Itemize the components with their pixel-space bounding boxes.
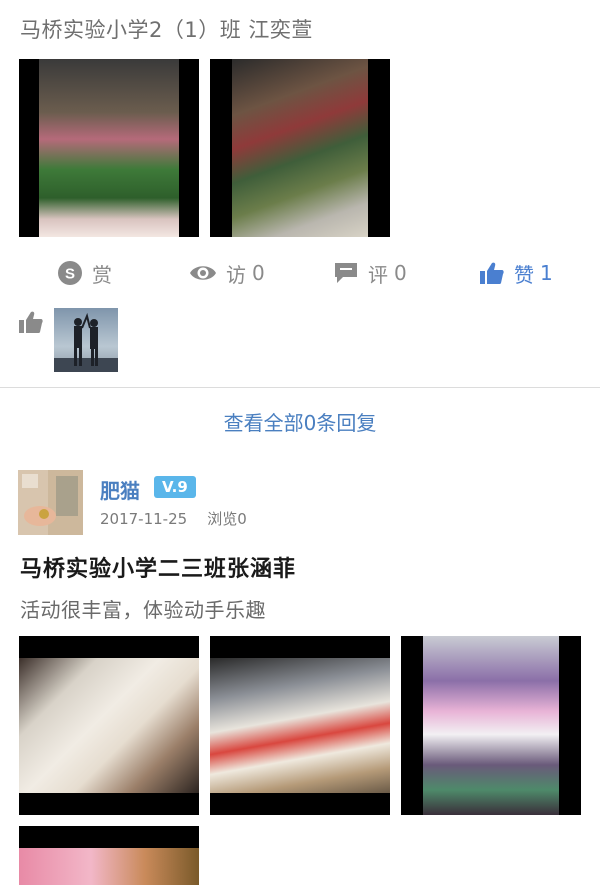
post-photo-doll-table[interactable]: [401, 636, 581, 815]
thumbs-up-icon: [480, 262, 504, 284]
views-count: 0: [252, 261, 265, 285]
post-photo-cake[interactable]: [19, 59, 199, 237]
divider: [0, 387, 600, 388]
post-views: 浏览0: [207, 510, 247, 528]
comments-label: 评: [368, 262, 388, 287]
post-photo-pink-fabric[interactable]: [19, 826, 199, 885]
post-photo-paper-fan[interactable]: [19, 636, 199, 815]
thumbs-up-icon: [19, 311, 43, 333]
level-badge: V.9: [154, 476, 196, 498]
comments-button[interactable]: 评 0: [333, 255, 407, 291]
skype-reward-icon: S: [58, 261, 82, 285]
likes-label: 赞: [514, 262, 534, 287]
reward-button[interactable]: S 赏: [57, 255, 112, 291]
view-all-replies-link[interactable]: 查看全部0条回复: [0, 407, 600, 436]
reward-label: 赏: [92, 262, 112, 287]
post-description: 活动很丰富，体验动手乐趣: [20, 598, 266, 622]
post-subtitle: 马桥实验小学2（1）班 江奕萱: [20, 18, 313, 42]
liker-avatar[interactable]: [54, 308, 118, 372]
views-label: 访: [226, 262, 246, 287]
post-date: 2017-11-25: [100, 510, 188, 528]
post-title[interactable]: 马桥实验小学二三班张涵菲: [20, 551, 296, 583]
likes-count: 1: [540, 261, 553, 285]
author-name[interactable]: 肥猫: [100, 475, 140, 504]
comment-bubble-icon: [335, 263, 357, 283]
post-meta: 2017-11-25 浏览0: [100, 508, 247, 529]
post-photo-kids-craft[interactable]: [210, 59, 390, 237]
author-avatar-image: [18, 470, 83, 535]
comments-count: 0: [394, 261, 407, 285]
eye-icon: [190, 266, 216, 280]
author-avatar[interactable]: [18, 470, 83, 535]
svg-text:S: S: [65, 266, 75, 283]
likes-button[interactable]: 赞 1: [479, 255, 553, 291]
views-button[interactable]: 访 0: [189, 255, 265, 291]
post-photo-red-ribbon-craft[interactable]: [210, 636, 390, 815]
couple-silhouette-avatar-image: [54, 308, 118, 372]
